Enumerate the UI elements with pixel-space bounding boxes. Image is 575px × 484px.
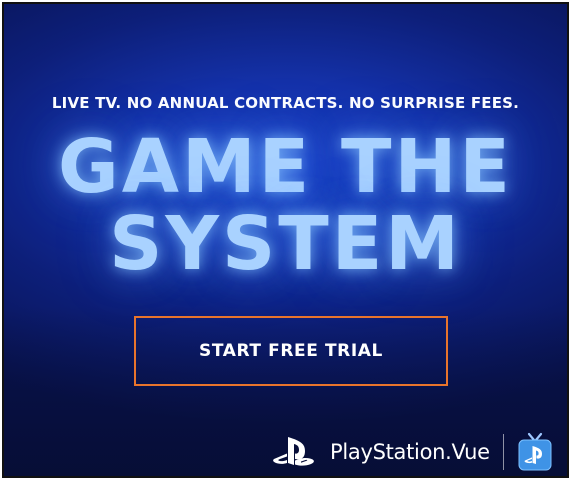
brand-divider [502, 434, 504, 470]
playstation-logo-icon [273, 437, 314, 466]
brand-lockup: PlayStation.Vue [272, 432, 553, 472]
headline-line-2: SYSTEM [109, 201, 462, 287]
playstation-vue-tv-icon [518, 432, 552, 471]
cta-label: START FREE TRIAL [199, 341, 383, 361]
ad-tagline: LIVE TV. NO ANNUAL CONTRACTS. NO SURPRIS… [51, 94, 520, 112]
headline-line-1: GAME THE [58, 124, 513, 210]
playstation-vue-ad-banner[interactable]: LIVE TV. NO ANNUAL CONTRACTS. NO SURPRIS… [2, 2, 569, 478]
start-free-trial-button[interactable]: START FREE TRIAL [134, 316, 448, 386]
brand-name: PlayStation.Vue [330, 440, 490, 464]
